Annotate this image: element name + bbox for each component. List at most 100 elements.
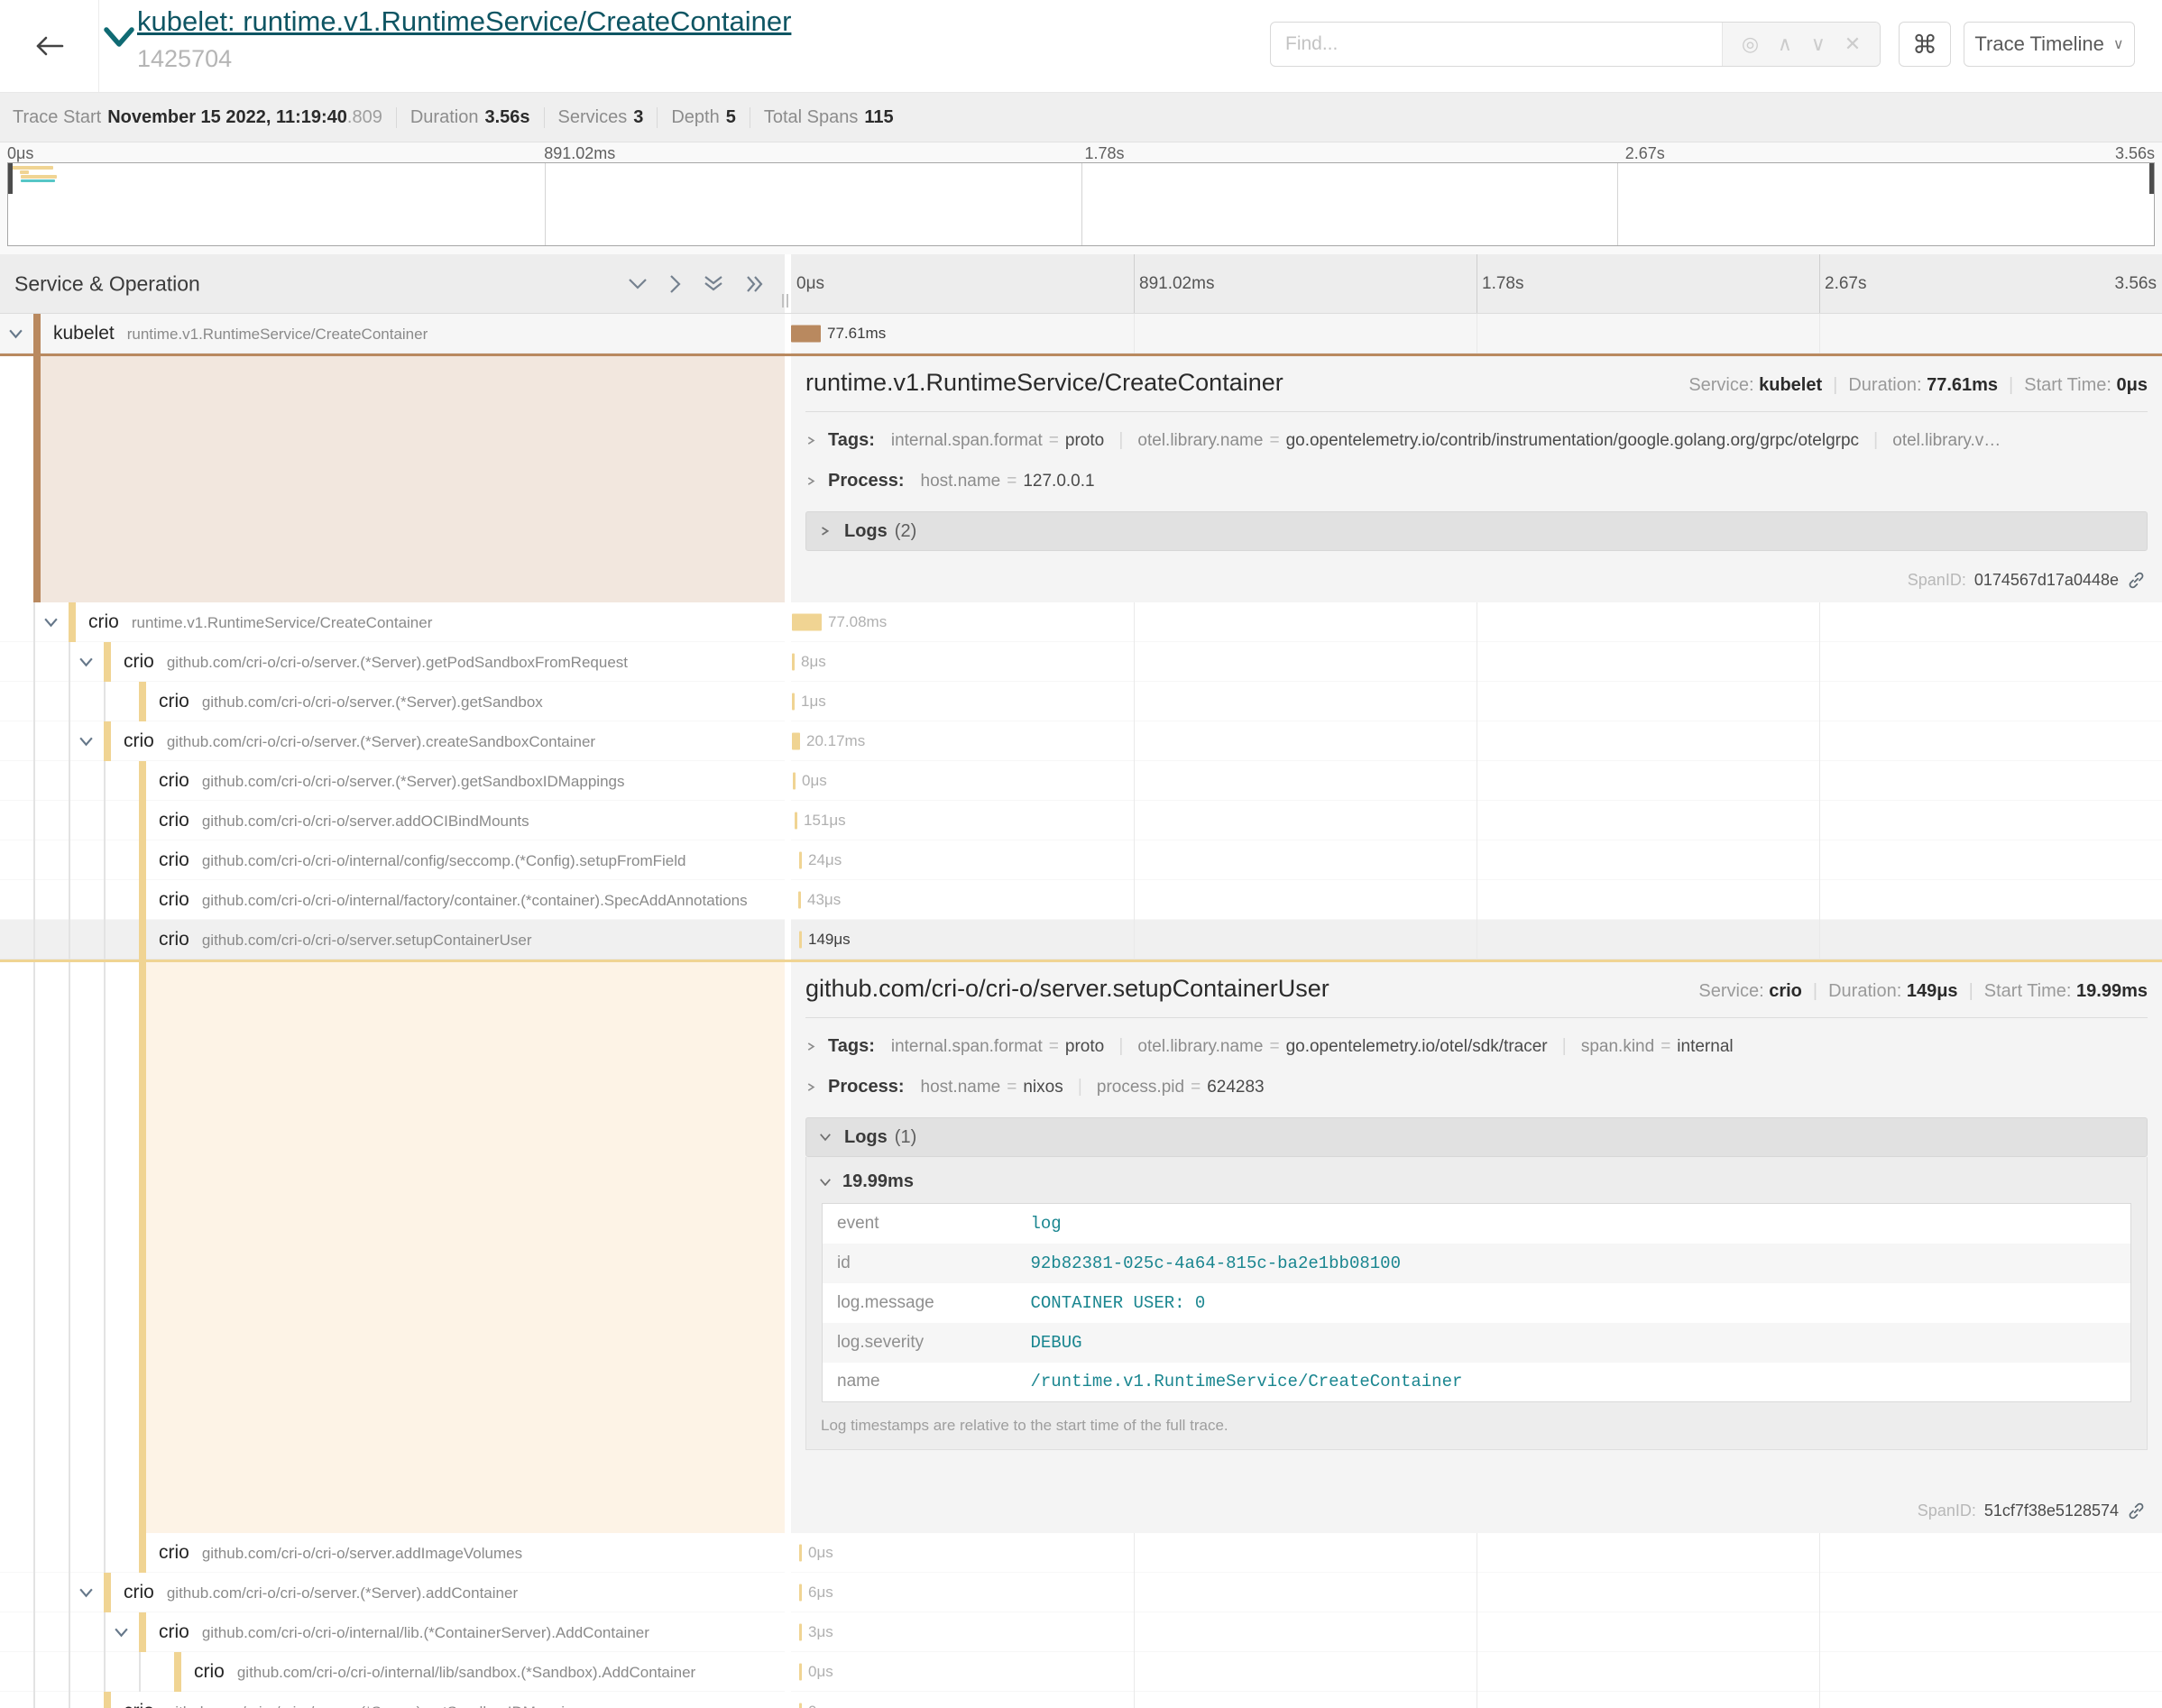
logs-section-toggle[interactable]: Logs(2) xyxy=(805,511,2148,551)
summary-item: Total Spans115 xyxy=(750,107,907,128)
span-row[interactable]: criogithub.com/cri-o/cri-o/server.(*Serv… xyxy=(0,1692,2162,1708)
log-field-row: log.severityDEBUG xyxy=(823,1323,2131,1363)
span-service-name: criogithub.com/cri-o/cri-o/server.(*Serv… xyxy=(159,770,624,792)
log-fields-table: eventlogid92b82381-025c-4a64-815c-ba2e1b… xyxy=(822,1203,2131,1402)
link-icon[interactable] xyxy=(2127,571,2146,590)
span-detail-panel: github.com/cri-o/cri-o/server.setupConta… xyxy=(0,960,2162,1533)
span-row[interactable]: criogithub.com/cri-o/cri-o/server.(*Serv… xyxy=(0,761,2162,801)
tags-row[interactable]: Tags:internal.span.format=proto|otel.lib… xyxy=(805,430,2148,451)
span-row[interactable]: criogithub.com/cri-o/cri-o/server.setupC… xyxy=(0,920,2162,960)
span-operation-name: github.com/cri-o/cri-o/server.setupConta… xyxy=(202,932,532,949)
span-duration-bar[interactable] xyxy=(792,614,822,631)
expand-all-icon[interactable] xyxy=(745,274,765,294)
tag-kv: host.name=nixos xyxy=(921,1078,1063,1097)
span-row[interactable]: criogithub.com/cri-o/cri-o/server.(*Serv… xyxy=(0,682,2162,721)
log-field-row: log.messageCONTAINER USER: 0 xyxy=(823,1283,2131,1323)
minimap-scrubber-left[interactable] xyxy=(8,163,13,194)
span-row[interactable]: kubeletruntime.v1.RuntimeService/CreateC… xyxy=(0,314,2162,354)
log-entry-toggle[interactable]: 19.99ms xyxy=(819,1171,2134,1192)
span-row[interactable]: criogithub.com/cri-o/cri-o/internal/lib.… xyxy=(0,1612,2162,1652)
span-detail-meta: Service: crio|Duration: 149μs|Start Time… xyxy=(1698,981,2148,1002)
span-duration-label: 1μs xyxy=(801,693,826,711)
row-chevron-icon[interactable] xyxy=(78,657,94,667)
span-service-name: criogithub.com/cri-o/cri-o/server.(*Serv… xyxy=(124,651,628,673)
service-color-bar xyxy=(33,314,41,354)
tag-kv: internal.span.format=proto xyxy=(891,1037,1104,1057)
span-row[interactable]: criogithub.com/cri-o/cri-o/internal/conf… xyxy=(0,840,2162,880)
find-prev-icon[interactable]: ∧ xyxy=(1778,32,1792,56)
span-duration-bar[interactable] xyxy=(792,693,795,711)
expand-one-icon[interactable] xyxy=(669,274,682,294)
find-clear-icon[interactable]: ✕ xyxy=(1845,32,1861,56)
collapse-trace-header-icon[interactable] xyxy=(103,25,135,49)
tree-controls xyxy=(628,274,765,294)
minimap-tick-label: 2.67s xyxy=(1625,144,1665,163)
view-selector-button[interactable]: Trace Timeline ∨ xyxy=(1964,22,2135,67)
span-duration-bar[interactable] xyxy=(799,932,802,949)
row-chevron-icon[interactable] xyxy=(78,1587,94,1598)
minimap-tick-label: 0μs xyxy=(7,144,33,163)
locate-icon[interactable]: ◎ xyxy=(1742,32,1759,56)
link-icon[interactable] xyxy=(2127,1501,2146,1520)
back-button[interactable] xyxy=(0,0,99,92)
collapse-one-icon[interactable] xyxy=(628,274,648,294)
service-color-bar xyxy=(139,880,146,920)
trace-title-link[interactable]: kubelet: runtime.v1.RuntimeService/Creat… xyxy=(137,5,791,38)
tags-row[interactable]: Tags:internal.span.format=proto|otel.lib… xyxy=(805,1036,2148,1057)
span-duration-bar[interactable] xyxy=(799,1624,802,1641)
span-duration-bar[interactable] xyxy=(799,1545,802,1562)
span-duration-bar[interactable] xyxy=(798,892,801,909)
span-row[interactable]: criogithub.com/cri-o/cri-o/server.addOCI… xyxy=(0,801,2162,840)
span-operation-name: github.com/cri-o/cri-o/internal/config/s… xyxy=(202,852,686,869)
service-color-bar xyxy=(139,920,146,960)
row-chevron-icon[interactable] xyxy=(78,736,94,747)
span-row[interactable]: criogithub.com/cri-o/cri-o/server.(*Serv… xyxy=(0,721,2162,761)
find-controls: ◎ ∧ ∨ ✕ xyxy=(1722,23,1880,66)
span-row[interactable]: criogithub.com/cri-o/cri-o/internal/lib/… xyxy=(0,1652,2162,1692)
span-duration-label: 151μs xyxy=(804,812,846,830)
span-service-name: criogithub.com/cri-o/cri-o/internal/lib/… xyxy=(194,1661,695,1683)
chevron-right-icon xyxy=(805,477,817,485)
span-duration-label: 0μs xyxy=(808,1544,833,1562)
logs-section-toggle[interactable]: Logs(1) xyxy=(805,1117,2148,1157)
span-duration-bar[interactable] xyxy=(793,773,796,790)
span-duration-bar[interactable] xyxy=(799,852,802,869)
row-chevron-icon[interactable] xyxy=(43,617,59,628)
span-duration-bar[interactable] xyxy=(799,1703,802,1708)
log-field-key: log.message xyxy=(823,1283,1017,1323)
chevron-right-icon xyxy=(805,1083,817,1091)
span-row[interactable]: criogithub.com/cri-o/cri-o/server.addIma… xyxy=(0,1533,2162,1573)
span-row[interactable]: criogithub.com/cri-o/cri-o/internal/fact… xyxy=(0,880,2162,920)
span-row[interactable]: criogithub.com/cri-o/cri-o/server.(*Serv… xyxy=(0,642,2162,682)
span-duration-bar[interactable] xyxy=(799,1584,802,1602)
command-icon: ⌘ xyxy=(1912,30,1937,60)
minimap-span xyxy=(11,166,53,170)
collapse-all-icon[interactable] xyxy=(704,274,723,294)
process-row[interactable]: Process:host.name=nixos|process.pid=6242… xyxy=(805,1077,2148,1097)
span-duration-bar[interactable] xyxy=(791,326,821,343)
chevron-down-icon xyxy=(819,1133,832,1142)
span-duration-bar[interactable] xyxy=(799,1664,802,1681)
span-duration-label: 77.08ms xyxy=(828,613,887,631)
column-resizer-grip[interactable] xyxy=(782,294,788,308)
span-row[interactable]: criogithub.com/cri-o/cri-o/server.(*Serv… xyxy=(0,1573,2162,1612)
row-chevron-icon[interactable] xyxy=(8,328,23,339)
span-id-value: 51cf7f38e5128574 xyxy=(1984,1501,2119,1520)
keyboard-shortcuts-button[interactable]: ⌘ xyxy=(1899,22,1951,67)
timeline-header-left: Service & Operation xyxy=(0,254,785,313)
find-input[interactable] xyxy=(1271,23,1722,66)
row-chevron-icon[interactable] xyxy=(114,1627,129,1638)
process-row[interactable]: Process:host.name=127.0.0.1 xyxy=(805,471,2148,491)
minimap-scrubber-right[interactable] xyxy=(2149,163,2154,194)
span-row[interactable]: crioruntime.v1.RuntimeService/CreateCont… xyxy=(0,602,2162,642)
span-operation-name: runtime.v1.RuntimeService/CreateContaine… xyxy=(127,326,428,343)
span-duration-bar[interactable] xyxy=(792,654,795,671)
find-next-icon[interactable]: ∨ xyxy=(1811,32,1826,56)
minimap-tick-label: 3.56s xyxy=(2115,144,2155,163)
minimap-canvas[interactable] xyxy=(7,162,2155,246)
span-duration-bar[interactable] xyxy=(792,733,800,750)
span-duration-bar[interactable] xyxy=(795,813,797,830)
span-service-name: criogithub.com/cri-o/cri-o/server.(*Serv… xyxy=(124,1582,518,1603)
span-duration-label: 24μs xyxy=(808,851,842,869)
find-box: ◎ ∧ ∨ ✕ xyxy=(1270,22,1881,67)
